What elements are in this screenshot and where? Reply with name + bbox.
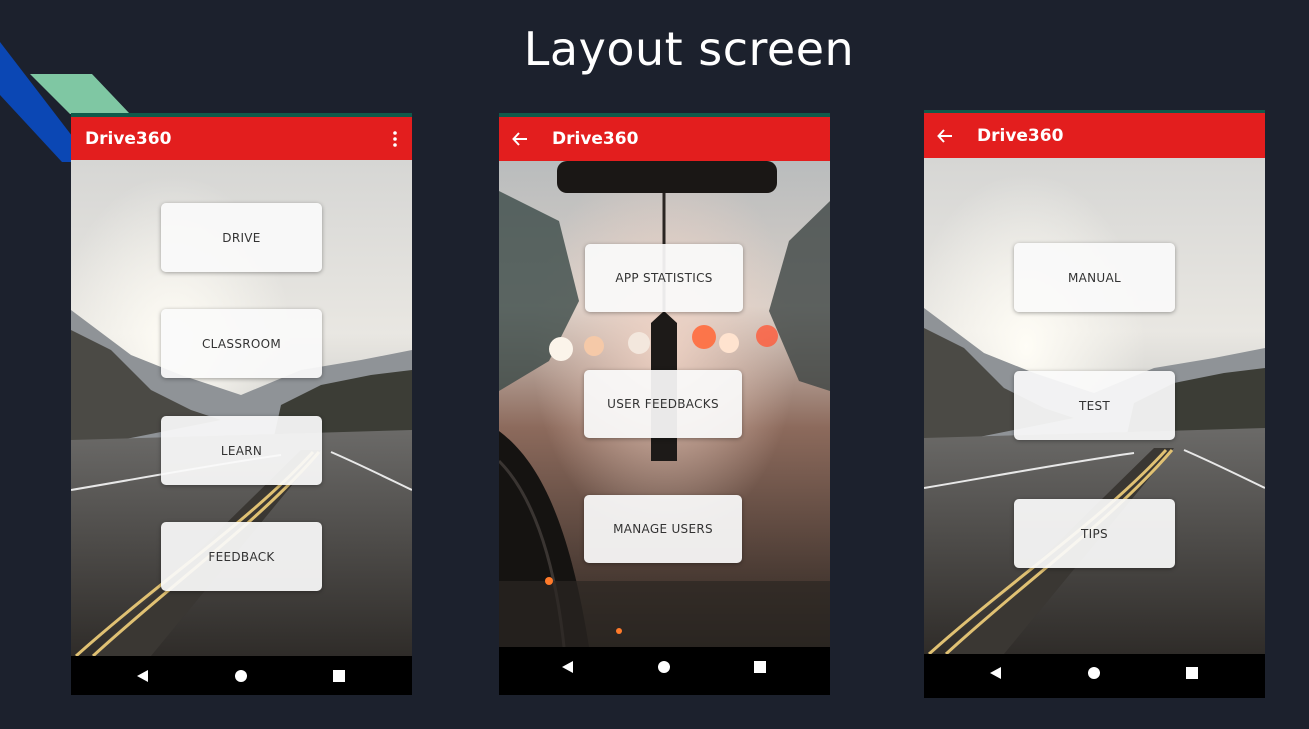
app-bar: Drive360 [71, 117, 412, 160]
slide-title: Layout screen [523, 22, 855, 76]
circle-home-icon[interactable] [657, 660, 671, 674]
app-title: Drive360 [552, 129, 639, 149]
learn-button[interactable]: LEARN [161, 416, 322, 485]
app-title: Drive360 [85, 128, 172, 149]
test-button[interactable]: TEST [1014, 371, 1175, 440]
phone-screen-admin-menu: Drive360 APP STATISTICS USER FEEDBACKS M… [499, 113, 830, 695]
system-nav-bar [71, 656, 412, 695]
circle-home-icon[interactable] [1087, 666, 1101, 680]
triangle-back-icon[interactable] [561, 660, 575, 674]
phone-screen-main-menu: Drive360 DRIVE CLASSROOM LEARN FEEDBACK [71, 113, 412, 695]
drive-button[interactable]: DRIVE [161, 203, 322, 272]
app-statistics-button[interactable]: APP STATISTICS [585, 244, 743, 312]
square-recents-icon[interactable] [753, 660, 767, 674]
app-bar: Drive360 [499, 117, 830, 161]
app-title: Drive360 [977, 125, 1064, 146]
tips-button[interactable]: TIPS [1014, 499, 1175, 568]
circle-home-icon[interactable] [234, 669, 248, 683]
phone-screen-learn-menu: Drive360 MANUAL TEST TIPS [924, 110, 1265, 698]
manage-users-button[interactable]: MANAGE USERS [584, 495, 742, 563]
arrow-back-icon[interactable] [937, 127, 955, 145]
more-vert-icon[interactable] [392, 130, 398, 148]
feedback-button[interactable]: FEEDBACK [161, 522, 322, 591]
user-feedbacks-button[interactable]: USER FEEDBACKS [584, 370, 742, 438]
triangle-back-icon[interactable] [989, 666, 1003, 680]
app-bar: Drive360 [924, 113, 1265, 158]
square-recents-icon[interactable] [332, 669, 346, 683]
system-nav-bar [924, 654, 1265, 698]
triangle-back-icon[interactable] [136, 669, 150, 683]
square-recents-icon[interactable] [1185, 666, 1199, 680]
system-nav-bar [499, 647, 830, 695]
manual-button[interactable]: MANUAL [1014, 243, 1175, 312]
arrow-back-icon[interactable] [512, 130, 530, 148]
classroom-button[interactable]: CLASSROOM [161, 309, 322, 378]
